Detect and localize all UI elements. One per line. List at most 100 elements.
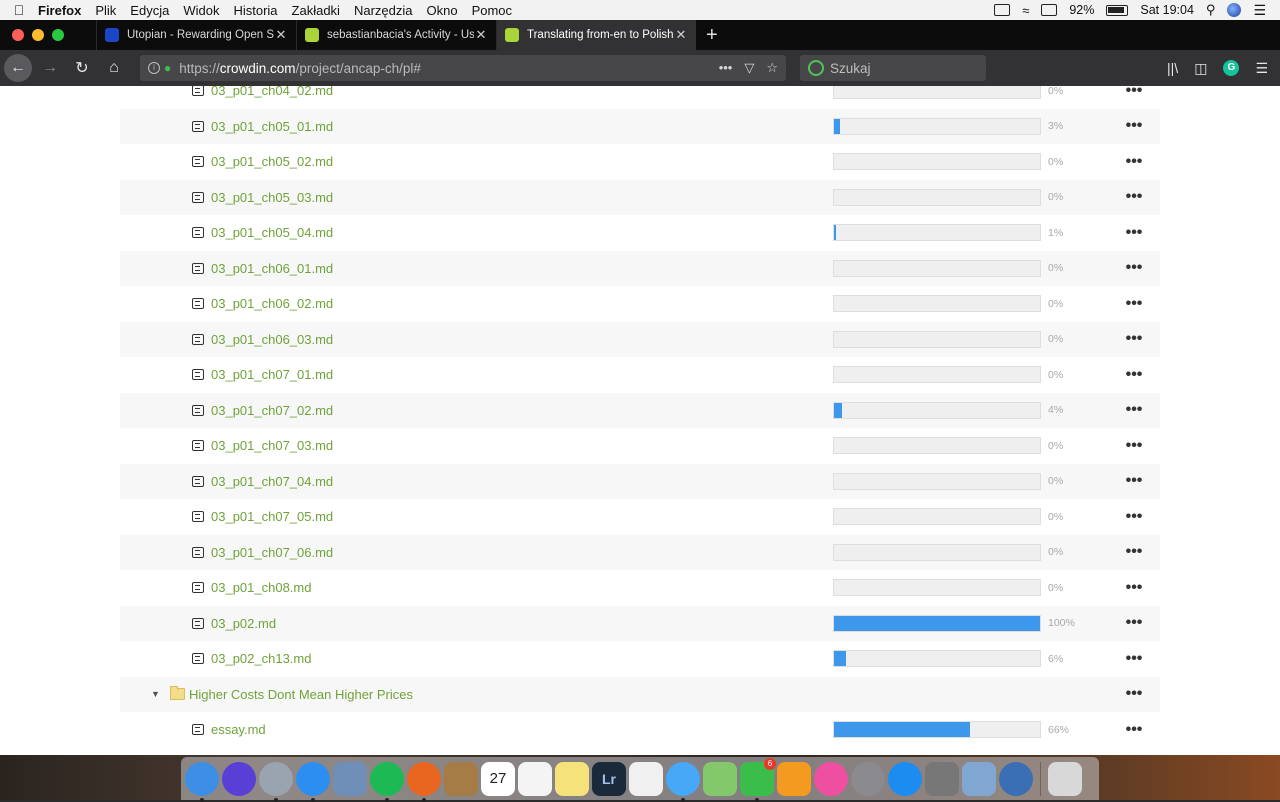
utility-icon[interactable] — [925, 761, 959, 796]
notes-icon[interactable] — [555, 761, 589, 796]
sidebar-icon[interactable]: ◫ — [1194, 60, 1207, 77]
more-options-button[interactable]: ••• — [1125, 366, 1143, 382]
siri-icon[interactable] — [1227, 3, 1242, 17]
folder-row[interactable]: ▼ Higher Costs Dont Mean Higher Prices ••• — [120, 676, 1160, 712]
lightroom-icon[interactable]: Lr — [592, 761, 626, 796]
file-row[interactable]: 03_p01_ch05_04.md 1% ••• — [120, 215, 1160, 251]
file-name[interactable]: 03_p02_ch13.md — [211, 651, 311, 666]
menu-narzedzia[interactable]: Narzędzia — [354, 3, 413, 18]
file-row[interactable]: 03_p01_ch07_03.md 0% ••• — [120, 428, 1160, 464]
more-options-button[interactable]: ••• — [1125, 331, 1143, 347]
file-name[interactable]: 03_p01_ch08.md — [211, 580, 311, 595]
more-options-button[interactable]: ••• — [1125, 544, 1143, 560]
more-options-button[interactable]: ••• — [1125, 224, 1143, 240]
file-name[interactable]: 03_p01_ch05_01.md — [211, 119, 333, 134]
file-name[interactable]: 03_p01_ch04_02.md — [211, 86, 333, 98]
battery-icon[interactable] — [1106, 4, 1129, 16]
menu-historia[interactable]: Historia — [233, 3, 277, 18]
menu-pomoc[interactable]: Pomoc — [472, 3, 512, 18]
hamburger-menu-icon[interactable]: ☰ — [1255, 60, 1268, 77]
file-name[interactable]: 03_p01_ch07_03.md — [211, 438, 333, 453]
file-name[interactable]: 03_p01_ch05_02.md — [211, 154, 333, 169]
file-name[interactable]: 03_p01_ch07_01.md — [211, 367, 333, 382]
file-row[interactable]: 03_p02.md 100% ••• — [120, 605, 1160, 641]
file-row[interactable]: 03_p01_ch05_01.md 3% ••• — [120, 108, 1160, 144]
maps-icon[interactable] — [703, 761, 737, 796]
spotify-icon[interactable] — [370, 761, 404, 802]
more-options-button[interactable]: ••• — [1125, 721, 1143, 737]
calendar-icon[interactable]: 27 — [481, 761, 515, 796]
file-name[interactable]: 03_p01_ch07_06.md — [211, 545, 333, 560]
close-tab-icon[interactable]: ✕ — [274, 27, 288, 43]
file-name[interactable]: 03_p01_ch07_05.md — [211, 509, 333, 524]
siri-icon[interactable] — [222, 761, 256, 796]
menubar-app-name[interactable]: Firefox — [38, 3, 81, 18]
more-options-button[interactable]: ••• — [1125, 650, 1143, 666]
more-options-button[interactable]: ••• — [1125, 402, 1143, 418]
file-row[interactable]: 03_p01_ch07_06.md 0% ••• — [120, 534, 1160, 570]
firefox-icon[interactable] — [407, 761, 441, 802]
zoom-window-button[interactable] — [52, 29, 64, 41]
new-tab-icon[interactable]: + — [696, 24, 728, 47]
file-row[interactable]: essay.md 66% ••• — [120, 712, 1160, 748]
apple-menu-icon[interactable]:  — [0, 2, 38, 18]
messages-icon[interactable] — [666, 761, 700, 802]
airplay-icon[interactable] — [1041, 4, 1058, 16]
search-bar[interactable]: Szukaj — [800, 55, 986, 81]
more-options-button[interactable]: ••• — [1125, 579, 1143, 595]
bookmark-star-icon[interactable]: ☆ — [766, 60, 778, 76]
more-options-button[interactable]: ••• — [1125, 473, 1143, 489]
file-row[interactable]: 03_p01_ch07_04.md 0% ••• — [120, 463, 1160, 499]
home-button[interactable]: ⌂ — [100, 54, 128, 82]
file-name[interactable]: 03_p01_ch07_04.md — [211, 474, 333, 489]
menu-widok[interactable]: Widok — [183, 3, 219, 18]
back-button[interactable]: ← — [4, 54, 32, 82]
quicktime-icon[interactable] — [999, 761, 1033, 796]
collapse-triangle-icon[interactable]: ▼ — [151, 689, 160, 699]
library-icon[interactable]: ||\ — [1167, 60, 1178, 76]
forward-button[interactable]: → — [36, 54, 64, 82]
file-name[interactable]: 03_p01_ch05_04.md — [211, 225, 333, 240]
file-name[interactable]: 03_p02.md — [211, 616, 276, 631]
more-options-button[interactable]: ••• — [1125, 508, 1143, 524]
folder-name[interactable]: Higher Costs Dont Mean Higher Prices — [189, 687, 413, 702]
more-options-button[interactable]: ••• — [1125, 437, 1143, 453]
notification-center-icon[interactable]: ☰ — [1253, 2, 1266, 19]
more-options-button[interactable]: ••• — [1125, 615, 1143, 631]
file-row[interactable]: 03_p01_ch05_03.md 0% ••• — [120, 179, 1160, 215]
menu-plik[interactable]: Plik — [95, 3, 116, 18]
info-icon[interactable]: i — [148, 62, 160, 74]
menu-edycja[interactable]: Edycja — [130, 3, 169, 18]
photos-icon[interactable] — [629, 761, 663, 796]
file-row[interactable]: 03_p02_ch13.md 6% ••• — [120, 641, 1160, 677]
menubar-clock[interactable]: Sat 19:04 — [1140, 3, 1194, 17]
pocket-icon[interactable]: ▽ — [744, 60, 754, 76]
tab-activity[interactable]: sebastianbacia's Activity - Use ✕ — [296, 20, 496, 50]
file-name[interactable]: 03_p01_ch06_02.md — [211, 296, 333, 311]
ibooks-icon[interactable] — [777, 761, 811, 796]
more-options-button[interactable]: ••• — [1125, 86, 1143, 98]
system-preferences-icon[interactable] — [851, 761, 885, 796]
notebook-icon[interactable] — [444, 761, 478, 796]
file-row[interactable]: 03_p01_ch07_01.md 0% ••• — [120, 357, 1160, 393]
file-row[interactable]: 03_p01_ch07_05.md 0% ••• — [120, 499, 1160, 535]
preview-icon[interactable] — [333, 761, 367, 796]
file-row[interactable]: 03_p01_ch06_03.md 0% ••• — [120, 321, 1160, 357]
itunes-icon[interactable] — [814, 761, 848, 796]
launchpad-icon[interactable] — [259, 761, 293, 802]
trash-icon[interactable] — [1048, 761, 1082, 796]
file-name[interactable]: 03_p01_ch06_01.md — [211, 261, 333, 276]
more-options-button[interactable]: ••• — [1125, 260, 1143, 276]
close-window-button[interactable] — [12, 29, 24, 41]
app-store-icon[interactable] — [888, 761, 922, 796]
safari-icon[interactable] — [296, 761, 330, 802]
file-name[interactable]: 03_p01_ch07_02.md — [211, 403, 333, 418]
reminders-icon[interactable] — [518, 761, 552, 796]
image-capture-icon[interactable] — [962, 761, 996, 796]
tab-translating[interactable]: Translating from-en to Polish la ✕ — [496, 20, 696, 50]
file-name[interactable]: 03_p01_ch05_03.md — [211, 190, 333, 205]
close-tab-icon[interactable]: ✕ — [674, 27, 688, 43]
file-row[interactable]: 03_p01_ch05_02.md 0% ••• — [120, 144, 1160, 180]
file-row[interactable]: 03_p01_ch06_02.md 0% ••• — [120, 286, 1160, 322]
spotlight-icon[interactable]: ⚲ — [1206, 2, 1216, 18]
